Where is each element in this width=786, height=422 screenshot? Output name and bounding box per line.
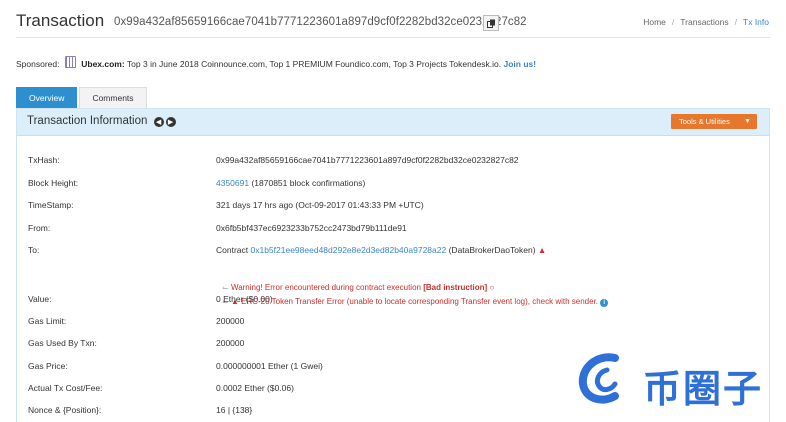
block-confirmations: (1870851 block confirmations) xyxy=(251,178,366,188)
label-value: Value: xyxy=(28,294,52,304)
tools-label: Tools & Utilities xyxy=(679,117,730,126)
value-nonce: 16 | {138} xyxy=(216,405,253,415)
value-txhash: 0x99a432af85659166cae7041b7771223601a897… xyxy=(216,155,519,165)
join-us-link[interactable]: Join us! xyxy=(504,59,537,69)
page-title: Transaction xyxy=(16,11,105,30)
value-to: Contract 0x1b5f21ee98eed48d292e8e2d3ed82… xyxy=(216,245,546,255)
watermark-logo-icon xyxy=(578,353,619,404)
info-icon[interactable]: i xyxy=(600,299,609,307)
value-block-height: 4350691 (1870851 block confirmations) xyxy=(216,178,365,188)
tab-overview[interactable]: Overview xyxy=(16,87,78,109)
breadcrumb-home[interactable]: Home xyxy=(643,17,666,27)
block-link[interactable]: 4350691 xyxy=(216,178,249,188)
tab-bar: Overview Comments xyxy=(16,87,149,109)
label-nonce: Nonce & {Position}: xyxy=(28,405,102,415)
tools-utilities-button[interactable]: Tools & Utilities ▼ xyxy=(671,114,757,129)
copy-icon[interactable] xyxy=(483,15,499,31)
value-gas-limit: 200000 xyxy=(216,316,245,326)
page: Transaction 0x99a432af85659166cae7041b77… xyxy=(0,0,786,422)
sponsor-brand[interactable]: Ubex.com: xyxy=(81,59,124,69)
panel-title-text: Transaction Information xyxy=(27,115,148,127)
bad-instruction: [Bad instruction] xyxy=(423,283,488,292)
sponsor-text: Top 3 in June 2018 Coinnounce.com, Top 1… xyxy=(126,59,502,69)
label-gas-limit: Gas Limit: xyxy=(28,316,67,326)
erc20-warning-text: ERC-20 Token Transfer Error (unable to l… xyxy=(241,297,599,306)
label-timestamp: TimeStamp: xyxy=(28,200,74,210)
contract-address-link[interactable]: 0x1b5f21ee98eed48d292e8e2d3ed82b40a9728a… xyxy=(251,245,447,255)
label-gas-price: Gas Price: xyxy=(28,361,68,371)
label-txhash: TxHash: xyxy=(28,155,60,165)
warning-text: Warning! Error encountered during contra… xyxy=(230,283,421,292)
panel-title: Transaction Information ◀ ▶ xyxy=(27,115,176,127)
transaction-hash-header: 0x99a432af85659166cae7041b7771223601a897… xyxy=(114,16,527,28)
label-to: To: xyxy=(28,245,40,255)
breadcrumb: Home / Transactions / Tx Info xyxy=(643,17,769,27)
ubex-logo-icon xyxy=(64,56,76,68)
value-ether: 0 Ether ($0.00) xyxy=(216,294,273,304)
label-from: From: xyxy=(28,223,51,233)
value-timestamp: 321 days 17 hrs ago (Oct-09-2017 01:43:3… xyxy=(216,200,424,210)
contract-prefix: Contract xyxy=(216,245,249,255)
sponsored-banner: Sponsored: Ubex.com: Top 3 in June 2018 … xyxy=(16,56,536,69)
caret-down-icon: ▼ xyxy=(744,118,751,125)
breadcrumb-tx-info: Tx Info xyxy=(743,17,769,27)
warning-circle-icon: ○ xyxy=(489,283,495,292)
page-header: Transaction 0x99a432af85659166cae7041b77… xyxy=(16,9,771,38)
from-address-link[interactable]: 0x6fb5bf437ec6923233b752cc2473bd79b111de… xyxy=(216,223,407,233)
breadcrumb-transactions[interactable]: Transactions xyxy=(680,17,728,27)
next-tx-icon[interactable]: ▶ xyxy=(165,117,176,127)
label-tx-cost: Actual Tx Cost/Fee: xyxy=(28,383,103,393)
label-gas-used: Gas Used By Txn: xyxy=(28,338,97,348)
execution-warning: ⌙ Warning! Error encountered during cont… xyxy=(222,283,495,292)
watermark-text: 币圈子 xyxy=(643,367,764,411)
value-tx-cost: 0.0002 Ether ($0.06) xyxy=(216,383,294,393)
contract-name: (DataBrokerDaoToken) xyxy=(448,245,536,255)
erc20-warning: ⌙ ▲ ERC-20 Token Transfer Error (unable … xyxy=(222,297,609,307)
sponsored-label: Sponsored: xyxy=(16,59,60,69)
value-gas-price: 0.000000001 Ether (1 Gwei) xyxy=(216,361,323,371)
watermark: 币圈子 xyxy=(575,350,775,411)
value-gas-used: 200000 xyxy=(216,338,245,348)
label-block-height: Block Height: xyxy=(28,178,79,188)
previous-tx-icon[interactable]: ◀ xyxy=(153,117,164,127)
panel-header: Transaction Information ◀ ▶ Tools & Utili… xyxy=(17,109,769,136)
warning-triangle-icon: ▲ xyxy=(537,245,547,255)
tab-comments[interactable]: Comments xyxy=(79,87,147,109)
